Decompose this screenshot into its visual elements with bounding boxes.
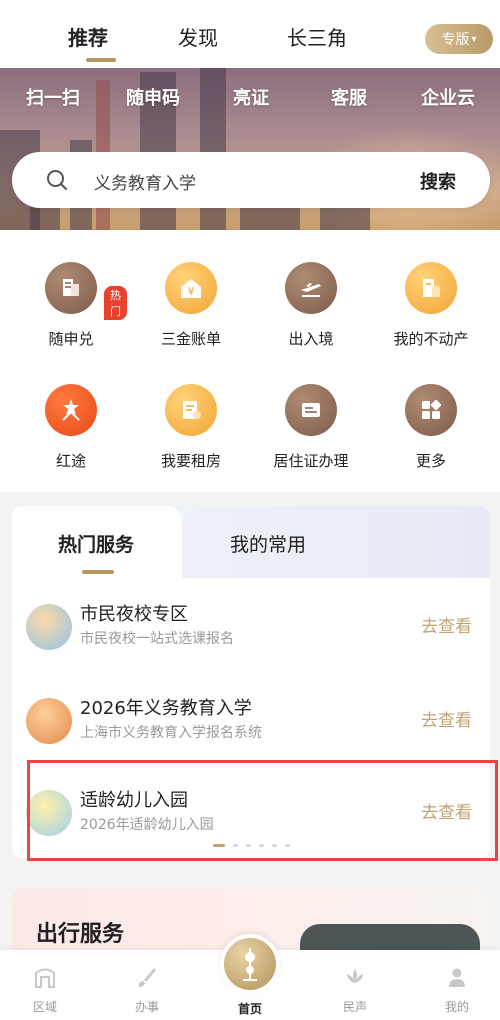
service-label: 我的不动产 [393,330,469,348]
service-row[interactable]: 2026年义务教育入学 上海市义务教育入学报名系统 去查看 [12,686,490,766]
nav-label: 我的 [444,1000,469,1014]
section-title: 出行服务 [36,922,125,947]
chevron-down-icon: ▾ [471,33,477,45]
monument-icon [45,384,97,436]
search-bar[interactable]: 义务教育入学 搜索 [12,152,490,208]
tab-recommend[interactable]: 推荐 [68,22,108,51]
rent-icon [165,384,217,436]
svg-text:¥: ¥ [188,285,195,298]
row-title: 市民夜校专区 [80,604,188,625]
quick-customer-service[interactable]: 客服 [331,84,367,110]
school-building-icon [26,698,72,744]
id-card-icon [285,384,337,436]
service-more[interactable]: 更多 [376,384,486,471]
quick-action-row: 扫一扫 随申码 亮证 客服 企业云 [0,84,500,114]
service-label: 出入境 [288,330,334,348]
service-row[interactable]: 市民夜校专区 市民夜校一站式选课报名 去查看 [12,592,490,672]
service-label: 居住证办理 [273,452,349,470]
property-icon [405,262,457,314]
service-label: 随申兑 [48,330,94,348]
row-subtitle: 上海市义务教育入学报名系统 [80,725,262,741]
bottom-navigation: 区域 办事 首页 民声 我的 [0,934,500,1020]
grid-icon [405,384,457,436]
search-input[interactable]: 义务教育入学 [94,169,196,194]
nav-label: 民声 [342,1000,367,1014]
lotus-icon [342,964,368,990]
service-label: 我要租房 [160,452,221,470]
pager-dot [212,844,225,847]
search-button[interactable]: 搜索 [420,168,456,194]
service-suishendui[interactable]: 热门 随申兑 [16,262,127,349]
tab-yangtze-delta[interactable]: 长三角 [287,22,347,51]
quick-show-id[interactable]: 亮证 [233,84,269,110]
pager-dot [245,844,251,847]
quick-enterprise-cloud[interactable]: 企业云 [421,84,475,110]
top-tab-bar: 推荐 发现 长三角 专版 ▾ [0,0,500,68]
pearl-tower-icon [224,938,276,990]
service-sanjin-bill[interactable]: ¥ 三金账单 [136,262,246,349]
service-rent-house[interactable]: 我要租房 [136,384,246,471]
quick-scan[interactable]: 扫一扫 [26,84,80,110]
card-tab-bar: 热门服务 我的常用 [12,506,490,578]
nav-affairs[interactable]: 办事 [112,964,182,1015]
tab-hot-services[interactable]: 热门服务 [58,530,134,557]
view-button[interactable]: 去查看 [421,798,472,823]
tab-discover[interactable]: 发现 [178,22,218,51]
person-icon [444,964,470,990]
service-red-route[interactable]: 红途 [16,384,126,471]
yuan-house-icon: ¥ [165,262,217,314]
quick-health-code[interactable]: 随申码 [126,84,180,110]
brush-icon [134,964,160,990]
special-edition-button[interactable]: 专版 ▾ [425,24,493,54]
service-label: 红途 [55,452,86,470]
active-tab-indicator [82,570,114,574]
pager-dot [232,844,238,847]
nav-home[interactable] [220,934,280,994]
nav-public-voice[interactable]: 民声 [320,964,390,1015]
nav-home-label: 首页 [237,1002,262,1016]
home-page: 推荐 发现 长三角 专版 ▾ 扫一扫 随申码 亮证 客服 企业云 义务教育入学 … [0,0,500,1020]
nav-label: 区域 [32,1000,57,1014]
row-subtitle: 市民夜校一站式选课报名 [80,631,234,647]
row-title: 2026年义务教育入学 [80,698,252,719]
pager-dot [284,844,290,847]
hot-badge: 热门 [104,286,127,320]
search-icon [47,170,67,190]
kindergarten-icon [26,790,72,836]
pager-dots [12,844,490,850]
service-residence-permit[interactable]: 居住证办理 [256,384,366,471]
hot-services-card: 热门服务 我的常用 市民夜校专区 市民夜校一站式选课报名 去查看 2026年义务… [12,506,490,858]
pager-dot [258,844,264,847]
document-icon [45,262,97,314]
service-my-property[interactable]: 我的不动产 [376,262,486,349]
service-exit-entry[interactable]: 出入境 [256,262,366,349]
active-tab-indicator [86,58,116,62]
service-label: 更多 [415,452,446,470]
row-title: 适龄幼儿入园 [80,790,188,811]
gate-icon [32,964,58,990]
nav-label: 办事 [134,1000,159,1014]
special-edition-label: 专版 [441,32,470,48]
service-grid: 热门 随申兑 ¥ 三金账单 出入境 我的不动产 红途 我要租房 居住证办理 更多 [0,230,500,492]
service-label: 三金账单 [160,330,221,348]
pager-dot [271,844,277,847]
tab-my-frequent[interactable]: 我的常用 [230,530,306,557]
nav-mine[interactable]: 我的 [422,964,492,1015]
night-school-icon [26,604,72,650]
nav-region[interactable]: 区域 [10,964,80,1015]
view-button[interactable]: 去查看 [421,706,472,731]
airplane-icon [285,262,337,314]
view-button[interactable]: 去查看 [421,612,472,637]
row-subtitle: 2026年适龄幼儿入园 [80,817,214,833]
